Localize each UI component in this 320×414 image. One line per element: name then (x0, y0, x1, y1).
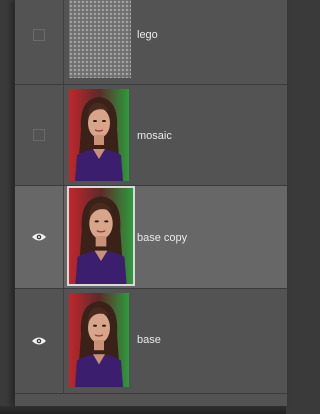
eye-icon[interactable] (31, 336, 47, 346)
layer-name[interactable]: lego (137, 29, 158, 41)
layer-row-mosaic[interactable]: mosaic (15, 85, 287, 186)
portrait-thumbnail (69, 89, 129, 181)
layer-thumbnail (69, 89, 129, 181)
empty-visibility-box[interactable] (33, 29, 45, 41)
lego-pattern-thumbnail (69, 0, 131, 78)
layer-thumbnail (69, 0, 131, 78)
visibility-toggle[interactable] (15, 0, 64, 84)
layer-thumbnail (67, 186, 135, 286)
portrait-thumbnail (69, 188, 133, 284)
layer-row-base-copy[interactable]: base copy (15, 186, 287, 289)
eye-icon[interactable] (31, 232, 47, 242)
visibility-toggle[interactable] (15, 85, 64, 185)
layers-panel: lego mosaic base copy base (14, 0, 287, 406)
layer-name[interactable]: base (137, 334, 161, 346)
layer-name[interactable]: base copy (137, 232, 187, 244)
layer-name[interactable]: mosaic (137, 130, 172, 142)
portrait-thumbnail (69, 293, 129, 387)
visibility-toggle[interactable] (15, 289, 64, 393)
empty-visibility-box[interactable] (33, 129, 45, 141)
layer-row-base[interactable]: base (15, 289, 287, 394)
layer-thumbnail (69, 293, 129, 387)
layer-row-lego[interactable]: lego (15, 0, 287, 85)
panel-bottom-edge (0, 406, 286, 414)
visibility-toggle[interactable] (15, 186, 64, 288)
